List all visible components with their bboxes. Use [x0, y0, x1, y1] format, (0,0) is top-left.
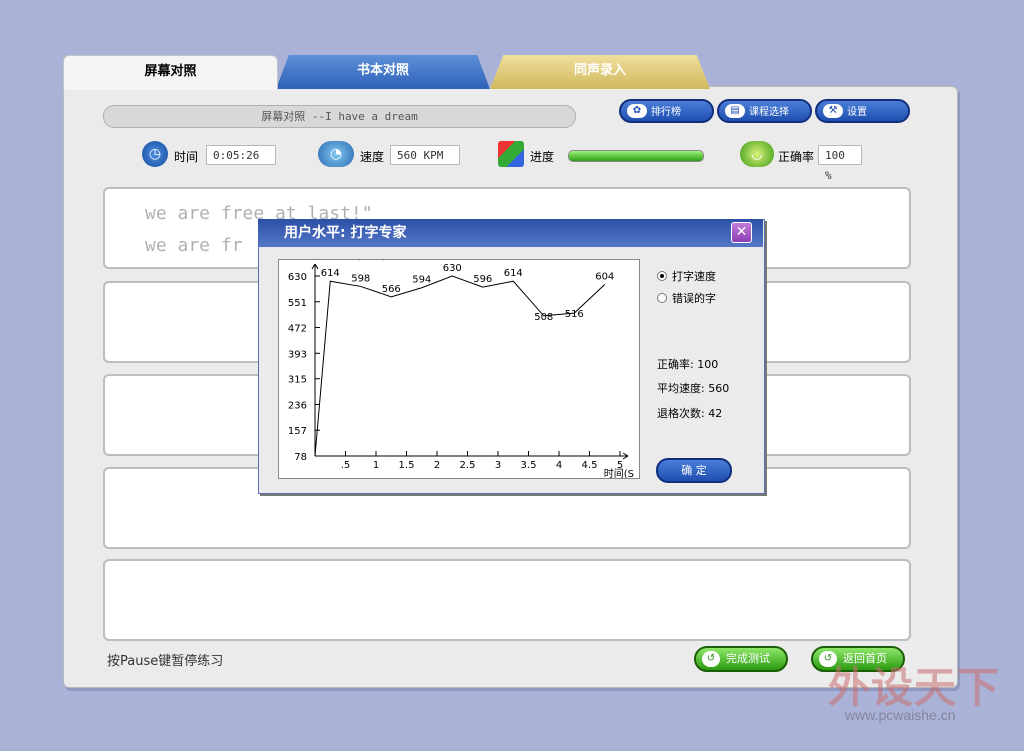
y-axis-title: 打字速度(KPM) [317, 260, 386, 262]
speed-label: 速度 [360, 150, 385, 164]
data-label: 604 [595, 271, 614, 282]
data-label: 598 [351, 273, 370, 284]
radio-wrong-chars[interactable]: 错误的字 [657, 290, 716, 306]
y-tick-label: 393 [288, 349, 307, 360]
ranking-button[interactable]: ✿ 排行榜 [619, 99, 714, 123]
y-tick-label: 630 [288, 272, 307, 283]
dialog-title: 用户水平: 打字专家 [284, 225, 407, 241]
ok-button[interactable]: 确 定 [656, 458, 732, 483]
radio-dot-selected [657, 271, 667, 281]
time-label: 时间 [174, 150, 199, 164]
x-tick-label: 3 [495, 460, 501, 471]
dialog-accuracy: 正确率: 100 [657, 358, 719, 371]
blocks-icon [498, 141, 524, 167]
y-tick-label: 78 [294, 452, 307, 463]
x-tick-label: 2.5 [460, 460, 476, 471]
y-tick-label: 236 [288, 400, 307, 411]
progress-bar [568, 150, 704, 162]
arrow-icon: ↺ [702, 651, 720, 667]
typing-area-5[interactable] [103, 559, 911, 641]
watermark-url: www.pcwaishe.cn [845, 707, 956, 723]
watermark-logo: 外设天下 [828, 663, 1001, 712]
data-label: 594 [412, 275, 431, 286]
data-label: 630 [443, 263, 462, 274]
ranking-label: 排行榜 [651, 107, 681, 118]
dialog-avg-speed: 平均速度: 560 [657, 382, 730, 395]
data-label: 614 [321, 268, 340, 279]
radio-typing-speed[interactable]: 打字速度 [657, 268, 716, 284]
data-label: 508 [534, 312, 553, 323]
course-select-button[interactable]: ▤ 课程选择 [717, 99, 812, 123]
x-tick-label: 4.5 [582, 460, 598, 471]
speedometer-icon: ◔ [318, 141, 354, 167]
finish-test-button[interactable]: ↺ 完成测试 [694, 646, 788, 672]
accuracy-icon: ◡ [740, 141, 774, 167]
x-tick-label: 3.5 [521, 460, 537, 471]
data-label: 516 [565, 309, 584, 320]
close-icon[interactable]: ✕ [731, 222, 752, 243]
lesson-title-bar: 屏幕对照 --I have a dream [103, 105, 576, 128]
speed-chart-svg: 78 157 236 315 393 472 551 630 .5 1 1.5 2 2.5 3 3.5 4 4.… [288, 249, 634, 480]
y-tick-label: 472 [288, 324, 307, 335]
y-tick-label: 551 [288, 298, 307, 309]
x-tick-label: 2 [434, 460, 440, 471]
finish-test-label: 完成测试 [726, 652, 770, 665]
radio-typing-speed-label: 打字速度 [672, 270, 716, 283]
dialog-title-bar: 用户水平: 打字专家 [258, 219, 763, 247]
settings-button[interactable]: ⚒ 设置 [815, 99, 910, 123]
pause-hint: 按Pause键暂停练习 [107, 654, 224, 669]
settings-label: 设置 [847, 107, 867, 118]
speed-series-line [314, 275, 606, 457]
book-icon: ▤ [725, 104, 745, 118]
butterfly-icon: ✿ [627, 104, 647, 118]
y-tick-label: 315 [288, 375, 307, 386]
progress-fill [569, 151, 703, 161]
accuracy-value: 100 % [818, 145, 862, 182]
x-tick-label: 4 [556, 460, 562, 471]
accuracy-label: 正确率 [778, 150, 815, 164]
tools-icon: ⚒ [823, 104, 843, 118]
course-select-label: 课程选择 [749, 107, 789, 118]
tab-screen-compare[interactable]: 屏幕对照 [63, 55, 278, 90]
tab-book-compare[interactable]: 书本对照 [276, 55, 490, 89]
x-tick-label: .5 [341, 460, 351, 471]
radio-wrong-chars-label: 错误的字 [672, 292, 716, 305]
y-tick-label: 157 [288, 426, 307, 437]
data-label: 614 [504, 268, 523, 279]
data-label: 566 [382, 284, 401, 295]
dialog-backspaces: 退格次数: 42 [657, 407, 723, 420]
clock-icon: ◷ [142, 141, 168, 167]
tab-dictation[interactable]: 同声录入 [490, 55, 710, 89]
progress-label: 进度 [530, 150, 555, 164]
speed-chart: 78 157 236 315 393 472 551 630 .5 1 1.5 2 2.5 3 3.5 4 4.… [278, 249, 640, 480]
data-label: 596 [473, 274, 492, 285]
time-value: 0:05:26 [206, 145, 276, 165]
x-tick-label: 1 [373, 460, 379, 471]
speed-value: 560 KPM [390, 145, 460, 165]
radio-dot [657, 293, 667, 303]
x-axis-title: 时间(S [604, 467, 634, 478]
x-tick-label: 1.5 [399, 460, 415, 471]
sample-line-2: we are fr [145, 235, 243, 256]
